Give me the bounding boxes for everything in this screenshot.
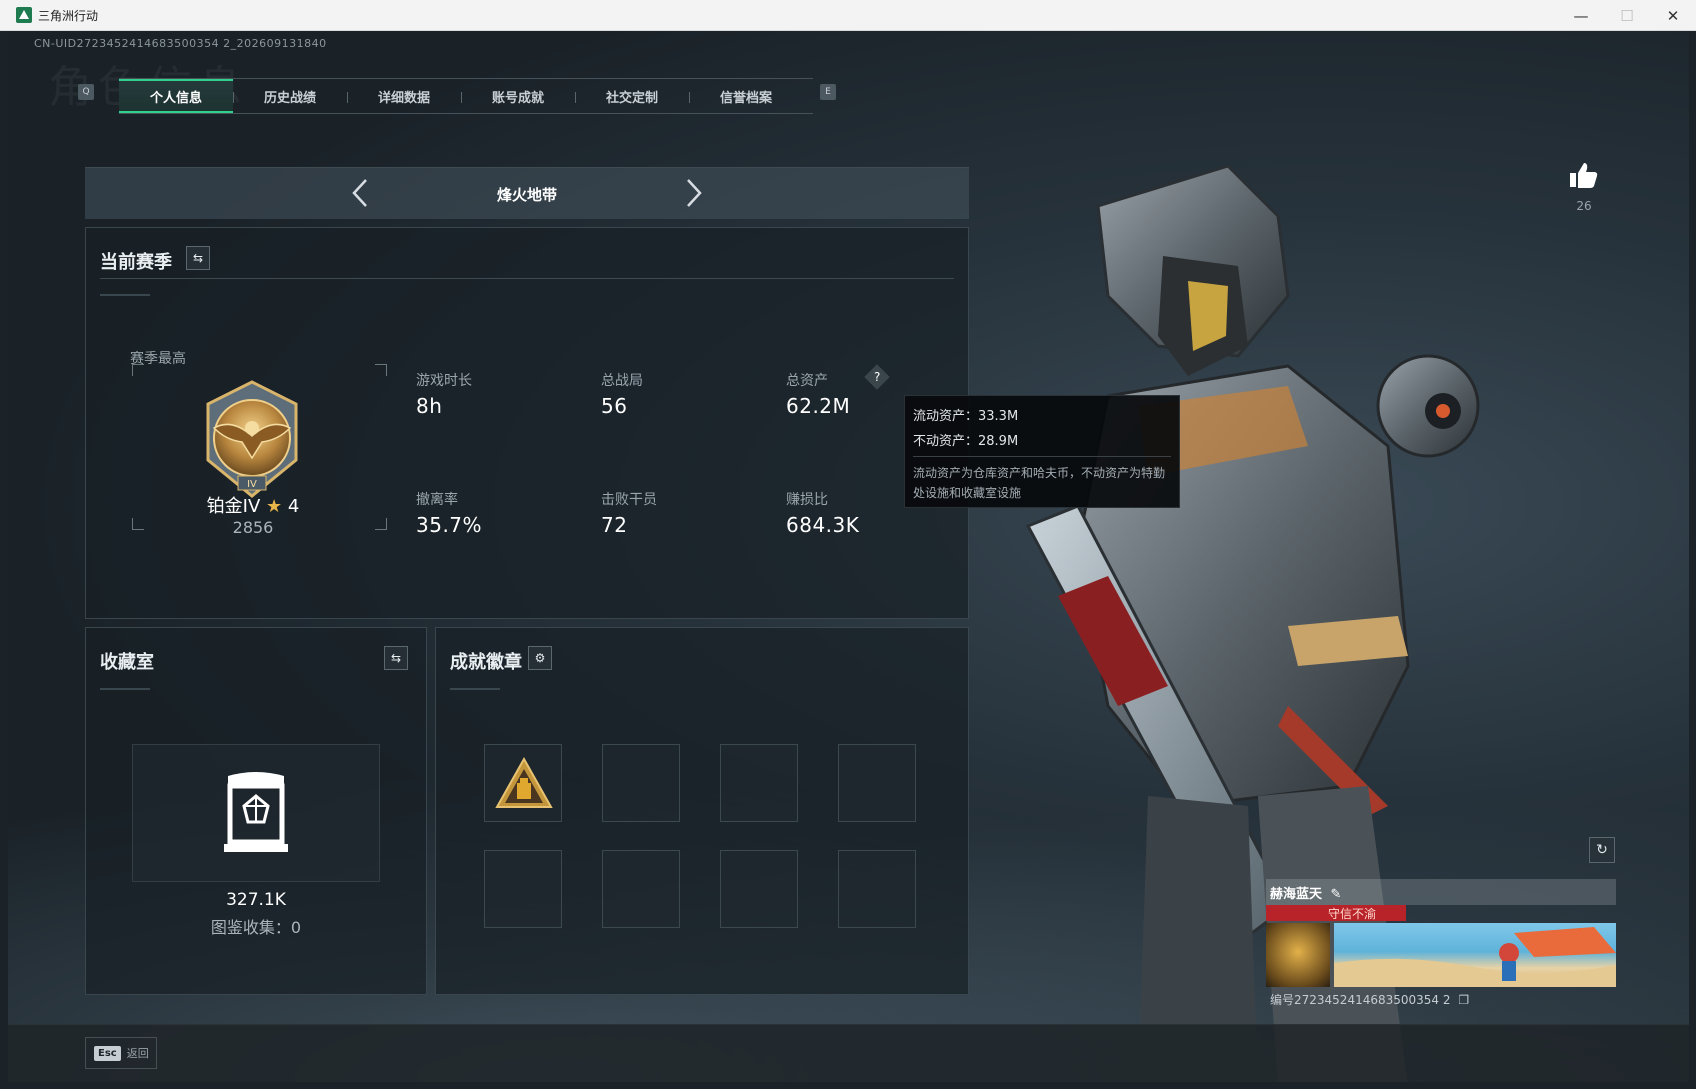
stat-total-matches-value: 56 [601, 394, 628, 418]
maximize-button[interactable]: ☐ [1604, 0, 1650, 31]
player-card[interactable]: 赫海蓝天 ✎ 守信不渝 编号2723452414683500354 2 ❐ [1266, 879, 1616, 1027]
back-button[interactable]: Esc 返回 [85, 1037, 157, 1069]
stat-profit-ratio-label: 赚损比 [786, 492, 828, 508]
assets-tooltip: 流动资产：33.3M 不动资产：28.9M 流动资产为仓库资产和哈夫币，不动资产… [904, 395, 1180, 508]
stat-extraction-rate-value: 35.7% [416, 513, 483, 537]
next-map-button[interactable] [679, 178, 709, 208]
badge-slot[interactable] [484, 850, 562, 928]
like-button[interactable]: 26 [1568, 161, 1600, 213]
stat-play-time-value: 8h [416, 394, 443, 418]
swap-icon: ⇆ [390, 651, 402, 665]
edit-icon[interactable]: ✎ [1331, 887, 1342, 902]
gear-icon: ⚙ [534, 651, 546, 665]
stat-play-time-label: 游戏时长 [416, 373, 472, 389]
refresh-button[interactable]: ↻ [1589, 837, 1615, 863]
rank-stars: 4 [287, 496, 300, 517]
tooltip-fixed-assets: 不动资产：28.9M [913, 434, 1019, 449]
collection-value: 327.1K [226, 890, 286, 910]
help-icon[interactable]: ? [864, 364, 890, 390]
next-tab-key-hint[interactable]: E [820, 84, 836, 100]
player-id: 编号2723452414683500354 2 ❐ [1270, 991, 1469, 1008]
app-logo-icon [16, 7, 32, 23]
window-controls: — ☐ ✕ [1558, 0, 1696, 31]
close-button[interactable]: ✕ [1650, 0, 1696, 31]
tab-detailed-data[interactable]: 详细数据 [347, 79, 461, 113]
season-switch-button[interactable]: ⇆ [186, 246, 210, 270]
rank-name: 铂金IV [206, 496, 261, 517]
badge-slot[interactable] [602, 744, 680, 822]
stat-total-assets-label: 总资产 [786, 373, 828, 389]
collection-panel: 收藏室 ⇆ 327.1K 图鉴收集：0 [85, 627, 427, 995]
badge-slot[interactable] [838, 744, 916, 822]
rank-line: 铂金IV ★ 4 [130, 492, 376, 518]
refresh-icon: ↻ [1596, 842, 1608, 858]
tab-social-custom[interactable]: 社交定制 [575, 79, 689, 113]
badges-settings-button[interactable]: ⚙ [528, 646, 552, 670]
season-title: 当前赛季 [100, 252, 172, 273]
player-name: 赫海蓝天 ✎ [1270, 883, 1341, 902]
tooltip-liquid-assets: 流动资产：33.3M [913, 409, 1019, 424]
collection-title: 收藏室 [100, 652, 154, 673]
tab-credit-profile[interactable]: 信誉档案 [689, 79, 803, 113]
frame-corner [132, 364, 144, 376]
badge-slot[interactable] [720, 850, 798, 928]
player-card-background [1334, 923, 1616, 987]
achievement-triangle-icon [495, 756, 553, 808]
back-label: 返回 [126, 1047, 149, 1060]
tab-personal-info[interactable]: 个人信息 [119, 79, 233, 113]
prev-tab-key-hint[interactable]: Q [78, 84, 94, 100]
frame-corner [375, 518, 387, 530]
badges-title: 成就徽章 [450, 652, 522, 673]
badge-slot[interactable] [602, 850, 680, 928]
collection-catalog: 图鉴收集：0 [210, 918, 302, 937]
window-titlebar: 三角洲行动 — ☐ ✕ [0, 0, 1696, 31]
badge-slot[interactable] [484, 744, 562, 822]
minimize-button[interactable]: — [1558, 0, 1604, 31]
collection-sub-line [100, 688, 150, 690]
tooltip-separator [913, 456, 1171, 457]
main-tabs: 个人信息 历史战绩 详细数据 账号成就 社交定制 信誉档案 [119, 78, 813, 114]
copy-icon[interactable]: ❐ [1458, 993, 1469, 1007]
star-icon: ★ [266, 496, 283, 517]
uid-text: CN-UID2723452414683500354 2_202609131840 [34, 37, 327, 50]
collection-switch-button[interactable]: ⇆ [384, 646, 408, 670]
chevron-right-icon [687, 179, 702, 207]
tab-match-history[interactable]: 历史战绩 [233, 79, 347, 113]
season-sub-line [100, 294, 150, 296]
badge-slot[interactable] [720, 744, 798, 822]
window-title: 三角洲行动 [38, 8, 99, 23]
game-viewport: 角色信息 CN-UID2723452414683500354 2_2026091… [8, 31, 1689, 1082]
bottom-bar: Esc 返回 [8, 1024, 1689, 1082]
svg-text:IV: IV [247, 479, 257, 490]
display-case-icon [224, 772, 288, 852]
player-motto: 守信不渝 [1328, 907, 1377, 921]
swap-icon: ⇆ [192, 251, 204, 265]
player-id-text: 编号2723452414683500354 2 [1270, 993, 1451, 1007]
season-panel: 当前赛季 ⇆ 赛季最高 IV 铂金IV ★ 4 2856 游戏时长 8h 总战局… [85, 227, 969, 619]
badge-slot[interactable] [838, 850, 916, 928]
platinum-rank-badge-icon: IV [206, 380, 298, 498]
map-selector: 烽火地带 [85, 167, 969, 219]
badges-sub-line [450, 688, 500, 690]
player-avatar[interactable] [1266, 923, 1330, 987]
beach-scene-image [1334, 927, 1616, 987]
stat-kills-value: 72 [601, 513, 628, 537]
tab-account-achievements[interactable]: 账号成就 [461, 79, 575, 113]
stat-kills-label: 击败干员 [601, 492, 657, 508]
map-title: 烽火地带 [496, 185, 557, 204]
tooltip-description: 流动资产为仓库资产和哈夫币，不动资产为特勤处设施和收藏室设施 [913, 466, 1166, 500]
stat-profit-ratio-value: 684.3K [786, 513, 860, 537]
stat-total-assets-value: 62.2M [786, 394, 851, 418]
esc-key-hint: Esc [94, 1045, 121, 1061]
season-divider [100, 278, 954, 279]
like-count: 26 [1576, 199, 1592, 213]
thumbs-up-icon [1570, 163, 1598, 188]
player-name-text: 赫海蓝天 [1270, 887, 1323, 902]
stat-total-matches-label: 总战局 [601, 373, 643, 389]
stat-extraction-rate-label: 撤离率 [416, 492, 458, 508]
rank-score: 2856 [232, 518, 274, 537]
frame-corner [375, 364, 387, 376]
badges-panel: 成就徽章 ⚙ [435, 627, 969, 995]
